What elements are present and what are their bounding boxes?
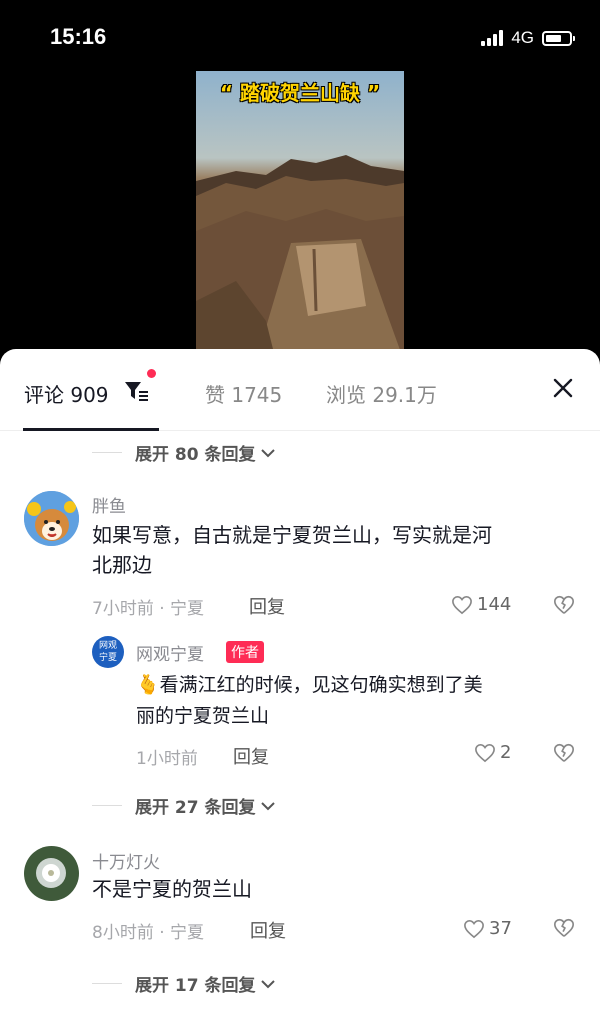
- tab-bar: 评论 909 赞 1745 浏览 29.1万: [0, 349, 600, 431]
- status-bar: 15:16 4G: [0, 0, 600, 72]
- active-tab-indicator: [23, 428, 159, 431]
- tab-comments[interactable]: 评论 909: [24, 379, 109, 408]
- reply-button[interactable]: 回复: [233, 743, 269, 769]
- finger-heart-emoji: 🫰: [136, 674, 160, 696]
- comment-meta: 8小时前 · 宁夏: [92, 923, 205, 943]
- like-count: 37: [489, 918, 512, 939]
- reply-text-line1: 🫰看满江红的时候，见这句确实想到了美: [136, 670, 483, 700]
- chevron-down-icon: [260, 979, 275, 988]
- expand-replies-button[interactable]: 展开 17 条回复: [92, 971, 276, 996]
- like-button[interactable]: 37: [463, 918, 512, 939]
- dislike-icon[interactable]: [553, 742, 575, 764]
- heart-icon: [464, 919, 484, 938]
- status-icons: 4G: [481, 28, 575, 48]
- comment-text-line1: 不是宁夏的贺兰山: [92, 877, 252, 901]
- battery-icon: [542, 30, 575, 46]
- filter-icon[interactable]: [124, 380, 150, 402]
- chevron-down-icon: [260, 801, 275, 810]
- expand-replies-button[interactable]: 展开 27 条回复: [92, 793, 276, 818]
- network-label: 4G: [511, 28, 534, 47]
- reply-meta: 1小时前: [136, 749, 198, 769]
- avatar[interactable]: 网观 宁夏: [92, 636, 124, 668]
- signal-icon: [481, 30, 504, 46]
- reply-button[interactable]: 回复: [249, 593, 285, 619]
- comment-meta: 7小时前 · 宁夏: [92, 599, 205, 619]
- comment-text-line2: 北那边: [92, 553, 152, 577]
- chevron-down-icon: [260, 448, 275, 457]
- reply-text-line2: 丽的宁夏贺兰山: [136, 705, 270, 727]
- tab-likes[interactable]: 赞 1745: [205, 379, 282, 408]
- avatar-logo-text: 宁夏: [98, 653, 117, 663]
- like-button[interactable]: 144: [451, 594, 511, 615]
- expand-replies-label: 展开 17 条回复: [135, 976, 256, 996]
- close-icon[interactable]: [552, 377, 574, 399]
- comment-username[interactable]: 胖鱼: [92, 492, 126, 517]
- status-time: 15:16: [50, 24, 107, 49]
- avatar[interactable]: [24, 491, 79, 546]
- avatar[interactable]: [24, 846, 79, 901]
- reply-username[interactable]: 网观宁夏: [136, 640, 204, 665]
- expand-replies-label: 展开 80 条回复: [135, 445, 256, 465]
- tab-views[interactable]: 浏览 29.1万: [326, 379, 437, 408]
- expand-replies-label: 展开 27 条回复: [135, 798, 256, 818]
- dog-avatar-image: [24, 491, 79, 546]
- heart-icon: [452, 595, 472, 614]
- dandelion-avatar-image: [24, 846, 79, 901]
- video-title: “ 踏破贺兰山缺 ”: [219, 81, 381, 105]
- like-count: 144: [477, 594, 512, 615]
- comment-text-line1: 如果写意，自古就是宁夏贺兰山，写实就是河: [92, 523, 492, 547]
- notification-dot: [147, 369, 156, 378]
- expand-replies-button[interactable]: 展开 80 条回复: [92, 440, 276, 465]
- comment-username[interactable]: 十万灯火: [92, 848, 160, 873]
- video-thumbnail[interactable]: “ 踏破贺兰山缺 ”: [196, 71, 404, 361]
- mountain-scene-image: [196, 155, 404, 361]
- like-button[interactable]: 2: [474, 742, 511, 763]
- comments-sheet: 评论 909 赞 1745 浏览 29.1万 展开 80 条回复 胖鱼 如果写意…: [0, 349, 600, 1011]
- reply-text: 看满江红的时候，见这句确实想到了美: [159, 674, 483, 696]
- dislike-icon[interactable]: [553, 917, 575, 939]
- author-badge: 作者: [226, 641, 264, 663]
- avatar-logo-text: 网观: [98, 641, 117, 651]
- heart-icon: [475, 743, 495, 762]
- like-count: 2: [500, 742, 512, 763]
- reply-button[interactable]: 回复: [250, 917, 286, 943]
- dislike-icon[interactable]: [553, 594, 575, 616]
